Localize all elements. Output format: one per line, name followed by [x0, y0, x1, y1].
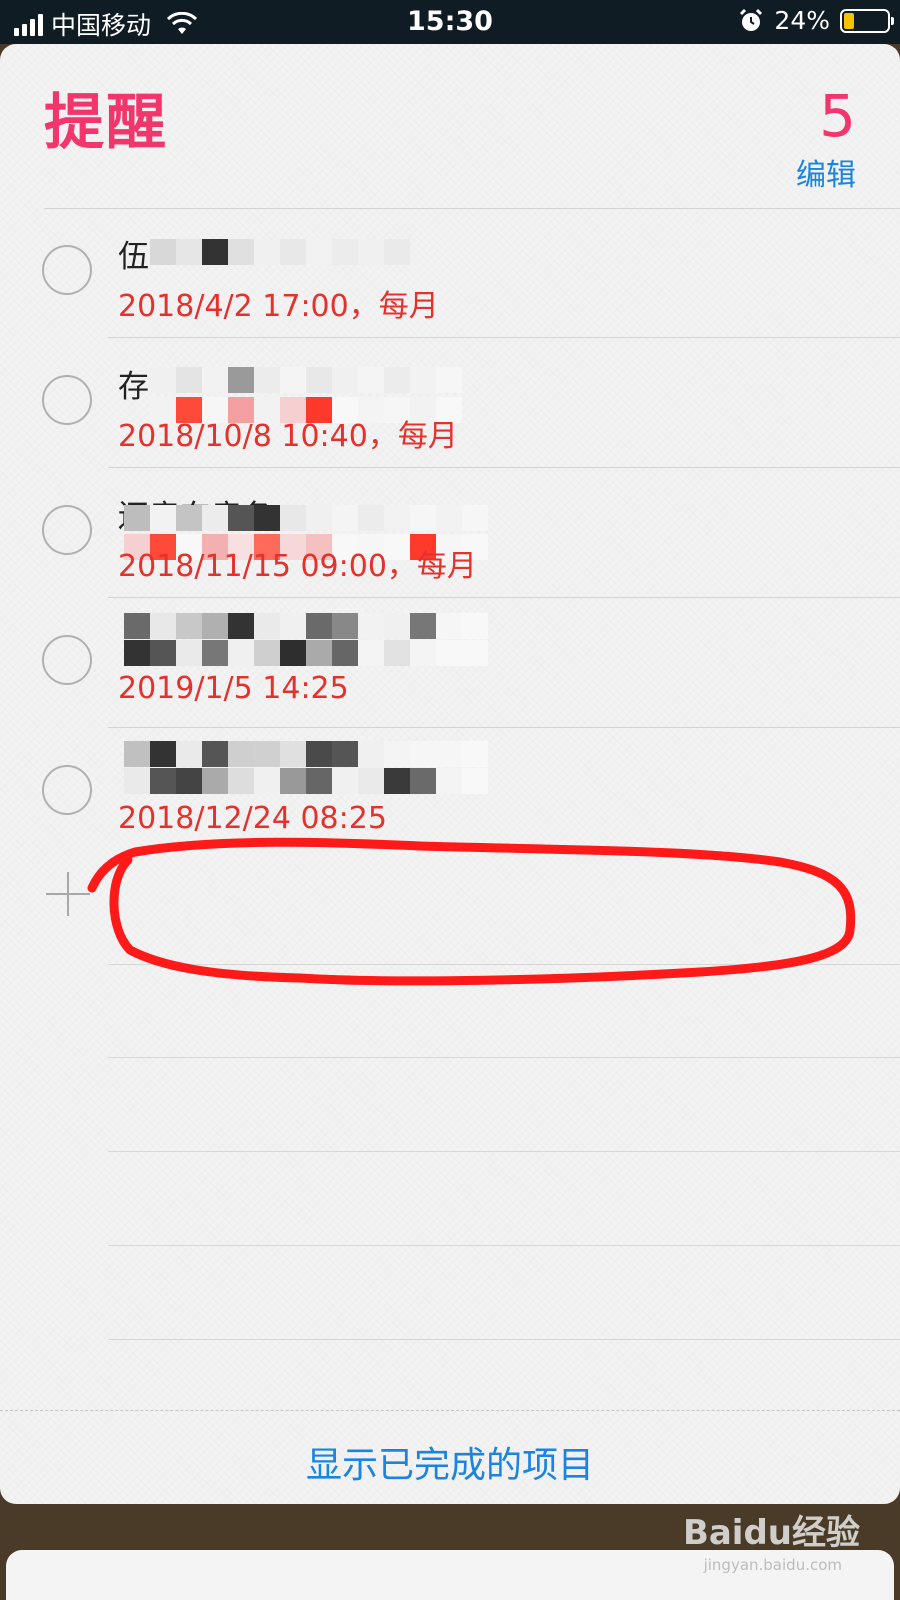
- add-reminder-plus-icon[interactable]: [44, 870, 92, 918]
- row-divider: [108, 727, 900, 728]
- row-divider: [108, 597, 900, 598]
- status-bar: 中国移动 15:30 24%: [0, 0, 900, 44]
- edit-button[interactable]: 编辑: [796, 150, 856, 194]
- reminder-count: 5: [819, 82, 856, 150]
- row-divider: [108, 467, 900, 468]
- row-divider: [108, 1151, 900, 1152]
- row-divider: [108, 1339, 900, 1340]
- complete-checkbox[interactable]: [42, 505, 92, 555]
- complete-checkbox[interactable]: [42, 765, 92, 815]
- reminder-row[interactable]: 伍 2018/4/2 17:00，每月: [0, 209, 900, 339]
- baidu-watermark-url: jingyan.baidu.com: [703, 1556, 842, 1574]
- list-title: 提醒: [44, 88, 168, 158]
- reminder-row[interactable]: 还房东房备 2018/11/15 09:00，每月: [0, 469, 900, 599]
- complete-checkbox[interactable]: [42, 245, 92, 295]
- alarm-icon: [740, 8, 763, 31]
- footer-divider: [0, 1410, 900, 1411]
- complete-checkbox[interactable]: [42, 635, 92, 685]
- row-divider: [108, 1245, 900, 1246]
- pixelated-redaction: [124, 741, 488, 795]
- baidu-watermark-logo: Baidu经验: [682, 1513, 860, 1553]
- reminder-due-date: 2018/4/2 17:00，每月: [118, 289, 439, 324]
- reminder-due-date: 2018/10/8 10:40，每月: [118, 419, 458, 454]
- reminder-due-date: 2018/12/24 08:25: [118, 801, 387, 836]
- row-divider: [108, 337, 900, 338]
- reminder-title: 伍: [118, 239, 149, 275]
- reminder-row[interactable]: 存 2018/10/8 10:40，每月: [0, 339, 900, 469]
- pixelated-redaction: [150, 239, 440, 271]
- battery-level-fill: [844, 12, 854, 29]
- reminders-list-card: 提醒 5 编辑 伍 2018/4/2 17:00，每月 存 2018/10/8 …: [0, 44, 900, 1504]
- pixelated-redaction: [124, 613, 488, 667]
- battery-icon: [840, 8, 894, 33]
- reminder-row[interactable]: 2018/12/24 08:25: [0, 729, 900, 859]
- reminder-title: 存: [118, 369, 149, 405]
- reminder-due-date: 2018/11/15 09:00，每月: [118, 549, 477, 584]
- complete-checkbox[interactable]: [42, 375, 92, 425]
- row-divider: [108, 1057, 900, 1058]
- reminder-row[interactable]: 2019/1/5 14:25: [0, 599, 900, 729]
- battery-percent: 24%: [774, 6, 830, 35]
- reminder-due-date: 2019/1/5 14:25: [118, 671, 349, 706]
- row-divider: [108, 964, 900, 965]
- show-completed-button[interactable]: 显示已完成的项目: [0, 1436, 900, 1488]
